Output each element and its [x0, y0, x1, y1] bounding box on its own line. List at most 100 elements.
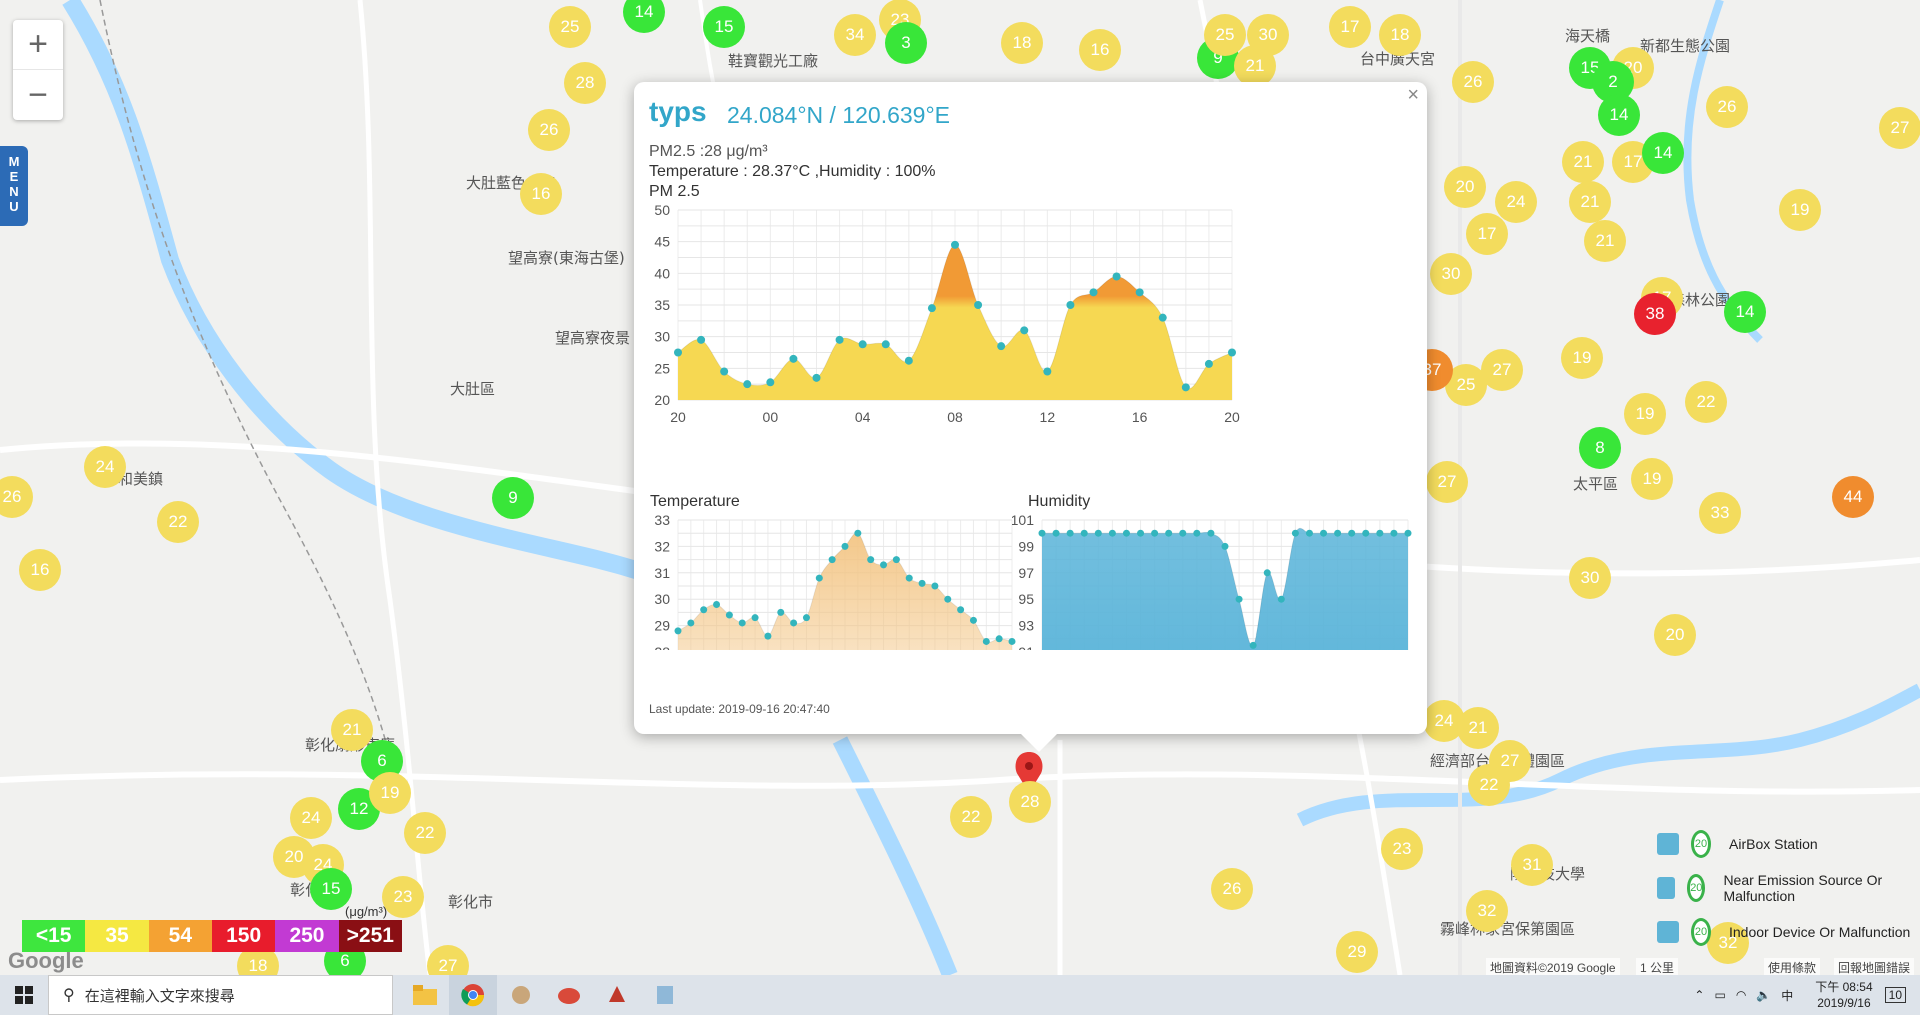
map-place-label: 海天橋 — [1565, 27, 1611, 45]
chrome-icon[interactable] — [449, 975, 497, 1015]
data-point — [713, 600, 721, 608]
station-marker[interactable]: 23 — [382, 876, 424, 918]
network-icon[interactable]: ▭ — [1714, 988, 1725, 1002]
map-place-label: 新都生態公園 — [1640, 37, 1731, 55]
station-marker[interactable]: 20 — [1654, 614, 1696, 656]
station-marker[interactable]: 26 — [1211, 868, 1253, 910]
station-marker[interactable]: 27 — [1426, 461, 1468, 503]
station-marker[interactable]: 14 — [1724, 291, 1766, 333]
station-marker[interactable]: 29 — [1336, 931, 1378, 973]
data-point — [931, 582, 939, 590]
app-icon-4[interactable] — [641, 975, 689, 1015]
station-marker[interactable]: 19 — [1779, 189, 1821, 231]
station-marker[interactable]: 20 — [1444, 166, 1486, 208]
station-marker[interactable]: 25 — [1204, 14, 1246, 56]
station-marker[interactable]: 30 — [1247, 14, 1289, 56]
station-marker[interactable]: 21 — [1569, 181, 1611, 223]
data-point — [1020, 326, 1029, 335]
station-marker[interactable]: 23 — [1381, 828, 1423, 870]
station-marker[interactable]: 19 — [1561, 337, 1603, 379]
station-marker[interactable]: 21 — [1584, 220, 1626, 262]
station-marker[interactable]: 27 — [1481, 349, 1523, 391]
station-marker[interactable]: 3 — [885, 22, 927, 64]
data-point — [841, 542, 849, 550]
station-marker[interactable]: 22 — [950, 796, 992, 838]
station-marker[interactable]: 28 — [564, 62, 606, 104]
station-marker[interactable]: 18 — [1379, 14, 1421, 56]
data-point — [777, 608, 785, 616]
station-marker[interactable]: 22 — [1685, 381, 1727, 423]
map-place-label: 大肚區 — [450, 380, 496, 398]
zoom-out-button[interactable]: − — [13, 70, 63, 120]
data-point — [1122, 529, 1130, 537]
app-icon-3[interactable] — [593, 975, 641, 1015]
data-point — [1193, 529, 1201, 537]
humidity-chart: 91 93 95 97 99 101 — [1012, 512, 1412, 650]
station-marker[interactable]: 24 — [290, 797, 332, 839]
station-marker[interactable]: 21 — [1562, 141, 1604, 183]
station-marker[interactable]: 30 — [1430, 253, 1472, 295]
station-marker[interactable]: 38 — [1634, 293, 1676, 335]
station-marker[interactable]: 18 — [1001, 22, 1043, 64]
station-marker[interactable]: 26 — [1452, 61, 1494, 103]
station-marker[interactable]: 34 — [834, 14, 876, 56]
station-marker[interactable]: 26 — [528, 109, 570, 151]
clock[interactable]: 下午 08:54 2019/9/16 — [1815, 979, 1872, 1011]
station-marker[interactable]: 16 — [19, 549, 61, 591]
temp-humidity-reading: Temperature : 28.37°C ,Humidity : 100% — [649, 163, 936, 180]
file-explorer-icon[interactable] — [401, 975, 449, 1015]
station-marker[interactable]: 22 — [157, 501, 199, 543]
zoom-in-button[interactable]: + — [13, 20, 63, 70]
menu-button[interactable]: MENU — [0, 146, 28, 226]
data-point — [995, 635, 1003, 643]
marker-legend-row: 20 AirBox Station — [1657, 822, 1917, 866]
station-marker[interactable]: 25 — [549, 6, 591, 48]
map-place-label: 望高寮夜景 — [555, 329, 631, 347]
station-marker[interactable]: 16 — [1079, 29, 1121, 71]
y-tick-label: 91 — [1018, 644, 1034, 650]
station-marker[interactable]: 27 — [1879, 107, 1920, 149]
marker-sample: 20 — [1691, 918, 1711, 946]
station-marker[interactable]: 33 — [1699, 492, 1741, 534]
data-point — [854, 529, 862, 537]
station-marker[interactable]: 14 — [1598, 94, 1640, 136]
station-marker[interactable]: 21 — [1457, 707, 1499, 749]
ime-indicator[interactable]: 中 — [1781, 987, 1793, 1004]
map-place-label: 霧峰林家宮保第園區 — [1440, 920, 1576, 938]
station-marker[interactable]: 19 — [1624, 393, 1666, 435]
station-marker[interactable]: 19 — [369, 772, 411, 814]
volume-icon[interactable]: 🔈 — [1756, 988, 1771, 1002]
station-marker[interactable]: 22 — [404, 812, 446, 854]
station-marker[interactable]: 14 — [1642, 132, 1684, 174]
station-marker[interactable]: 26 — [1706, 86, 1748, 128]
app-icon-2[interactable] — [545, 975, 593, 1015]
station-marker[interactable]: 22 — [1468, 764, 1510, 806]
app-icon-1[interactable] — [497, 975, 545, 1015]
close-icon[interactable]: × — [1407, 84, 1419, 107]
station-marker[interactable]: 28 — [1009, 781, 1051, 823]
windows-start-icon[interactable] — [0, 975, 48, 1015]
pm25-reading: PM2.5 :28 μg/m³ — [649, 143, 768, 160]
station-marker[interactable]: 32 — [1466, 890, 1508, 932]
taskbar-search[interactable]: ⚲ 在這裡輸入文字來搜尋 — [48, 975, 393, 1015]
y-tick-label: 97 — [1018, 565, 1034, 581]
indoor-icon — [1657, 921, 1679, 943]
y-tick-label: 25 — [654, 360, 670, 376]
station-marker[interactable]: 17 — [1329, 6, 1371, 48]
station-marker[interactable]: 8 — [1579, 427, 1621, 469]
station-marker[interactable]: 19 — [1631, 458, 1673, 500]
station-marker[interactable]: 24 — [84, 446, 126, 488]
chevron-up-icon[interactable]: ⌃ — [1694, 988, 1704, 1002]
notification-icon[interactable]: 10 — [1884, 987, 1906, 1003]
station-marker[interactable]: 30 — [1569, 557, 1611, 599]
station-marker[interactable]: 24 — [1495, 181, 1537, 223]
wifi-icon[interactable]: ◠ — [1736, 988, 1746, 1002]
station-marker[interactable]: 31 — [1511, 844, 1553, 886]
data-point — [1137, 529, 1145, 537]
station-marker[interactable]: 44 — [1832, 476, 1874, 518]
y-tick-label: 31 — [654, 565, 670, 581]
station-marker[interactable]: 16 — [520, 173, 562, 215]
station-marker[interactable]: 17 — [1466, 213, 1508, 255]
station-marker[interactable]: 9 — [492, 477, 534, 519]
station-marker[interactable]: 15 — [703, 6, 745, 48]
